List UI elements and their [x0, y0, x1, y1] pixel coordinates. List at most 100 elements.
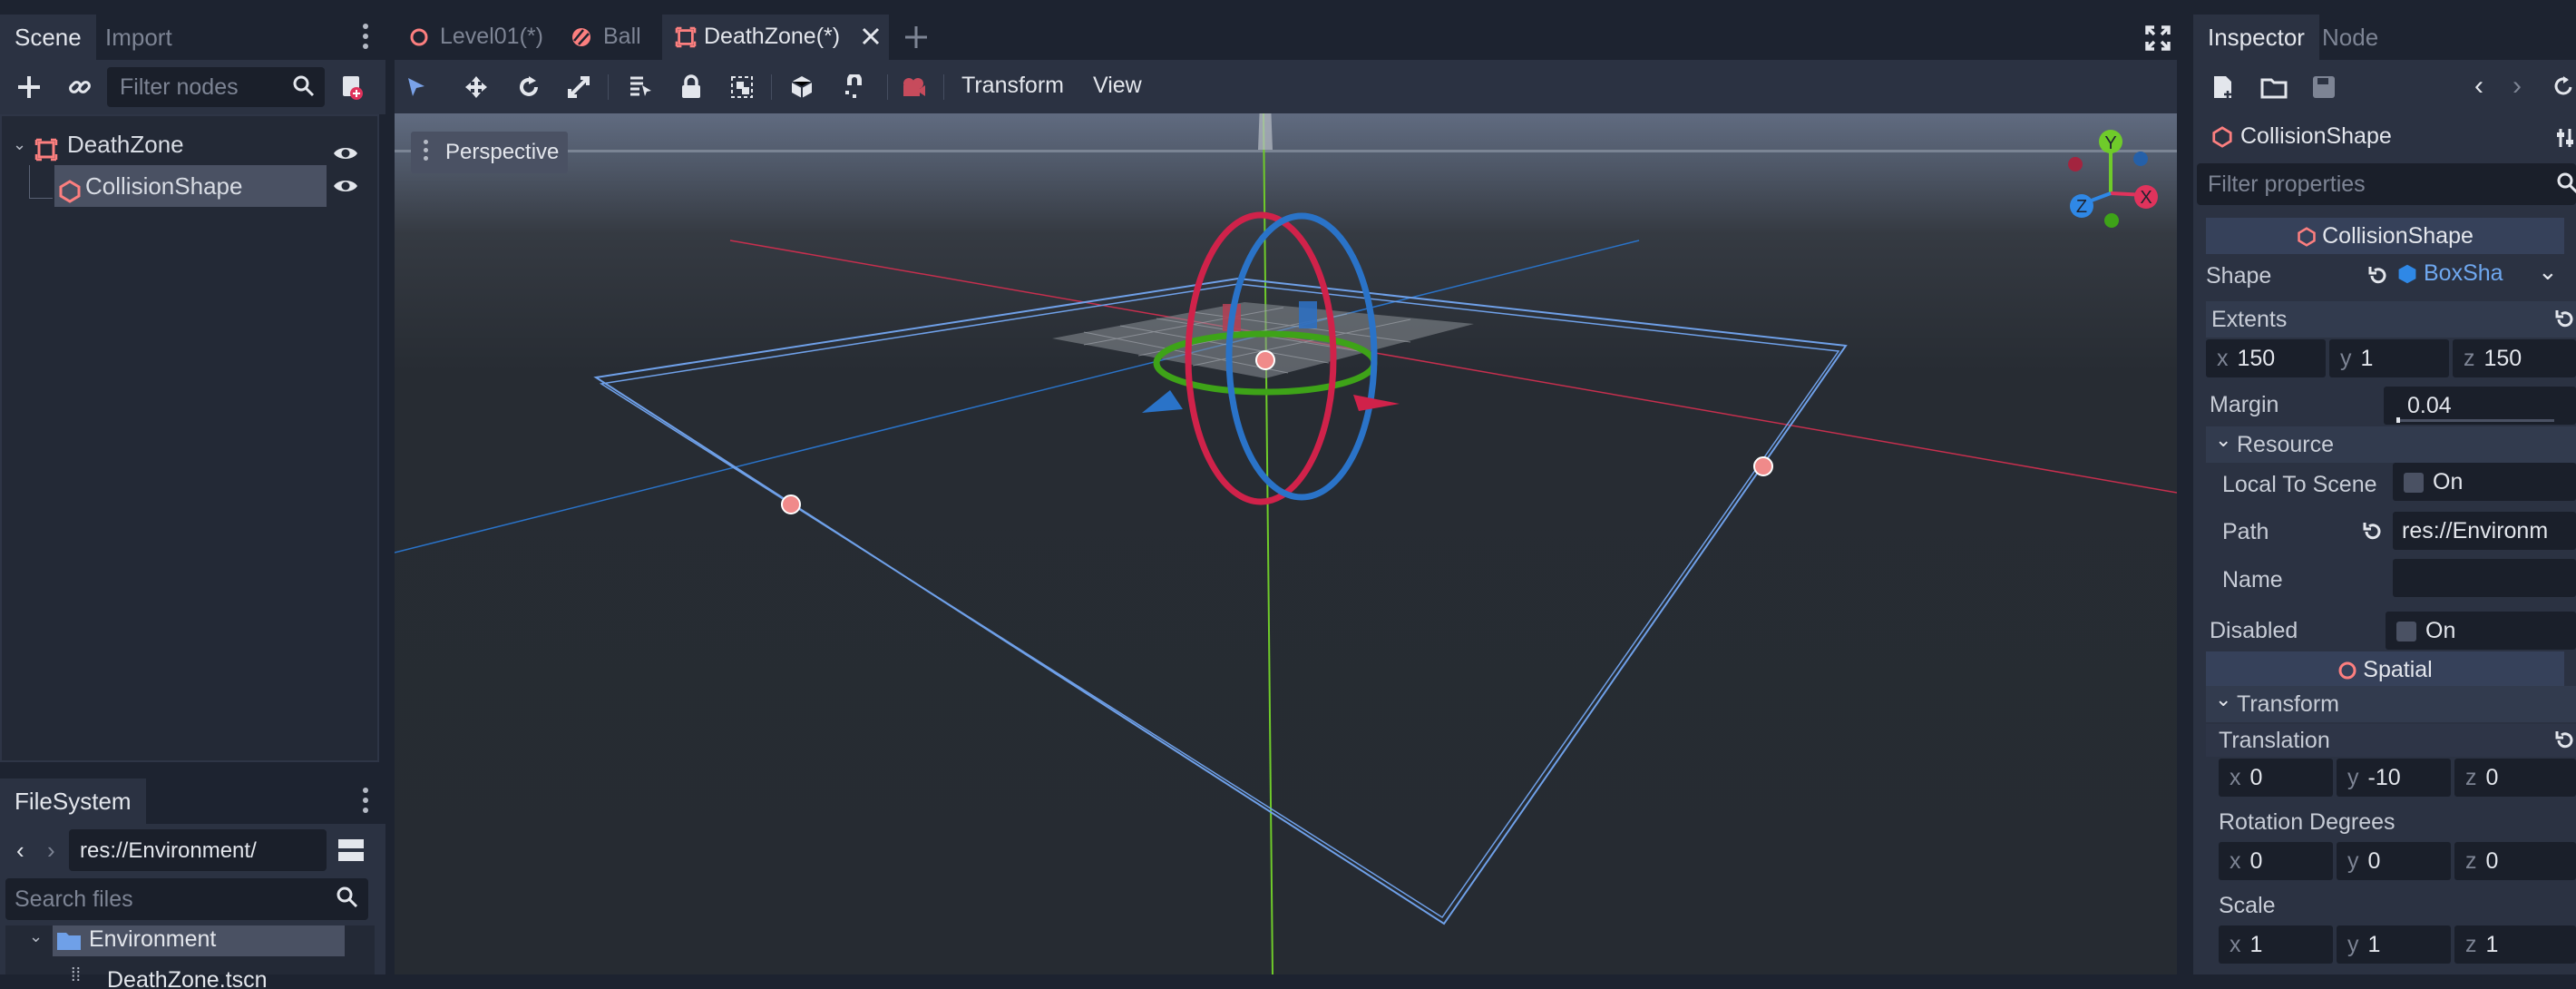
- filter-properties-input[interactable]: Filter properties: [2197, 163, 2576, 205]
- file-tree: ⌄ Environment ⁞⁞ DeathZone.tscn: [5, 925, 375, 989]
- margin-slider-grabber[interactable]: [2396, 417, 2400, 423]
- path-field[interactable]: res://Environm: [2393, 512, 2576, 550]
- transform-subsection[interactable]: ⌄ Transform: [2206, 686, 2576, 722]
- split-view-icon[interactable]: [336, 835, 366, 866]
- name-label: Name: [2222, 567, 2283, 592]
- section-collisionshape[interactable]: CollisionShape: [2206, 218, 2564, 254]
- list-select-icon[interactable]: [620, 71, 660, 103]
- select-tool-icon[interactable]: [396, 71, 436, 103]
- translation-row: Translation: [2206, 724, 2576, 757]
- revert-icon[interactable]: [2362, 521, 2384, 547]
- shape-resource-picker[interactable]: BoxSha ⌄: [2396, 254, 2563, 294]
- scale-z-field[interactable]: z1: [2454, 925, 2576, 964]
- fullscreen-icon[interactable]: [2145, 25, 2171, 55]
- link-icon[interactable]: [63, 71, 96, 103]
- rotate-tool-icon[interactable]: [509, 71, 549, 103]
- scale-x-field[interactable]: x1: [2219, 925, 2333, 964]
- rigidbody-icon: [571, 26, 592, 53]
- scene-tab-deathzone[interactable]: DeathZone(*): [662, 15, 889, 60]
- collision-shape-icon: [58, 174, 82, 216]
- chevron-down-icon[interactable]: ⌄: [2538, 258, 2558, 286]
- disabled-checkbox[interactable]: On: [2386, 612, 2576, 650]
- object-settings-icon[interactable]: [2556, 127, 2576, 153]
- gizmo-x-label: X: [2140, 188, 2152, 208]
- move-tool-icon[interactable]: [456, 71, 496, 103]
- collision-shape-icon: [2211, 126, 2233, 152]
- name-field[interactable]: [2393, 559, 2576, 597]
- left-dock: Scene Import Filter nodes ⌄ DeathZone Co…: [0, 0, 385, 989]
- path-input[interactable]: res://Environment/: [69, 829, 327, 871]
- viewport-menu-icon[interactable]: [424, 140, 428, 165]
- file-item-deathzone-tscn[interactable]: ⁞⁞ DeathZone.tscn: [71, 962, 343, 989]
- margin-slider-track[interactable]: [2396, 419, 2554, 422]
- group-icon[interactable]: [722, 71, 762, 103]
- preview-camera-icon[interactable]: [893, 71, 933, 103]
- disabled-label: Disabled: [2210, 618, 2298, 643]
- scene-tabs-bar: Level01(*) Ball DeathZone(*): [395, 15, 2177, 60]
- chevron-down-icon[interactable]: ⌄: [13, 123, 26, 165]
- extents-y-field[interactable]: y1: [2329, 339, 2449, 377]
- tree-item-collisionshape[interactable]: CollisionShape: [54, 165, 327, 207]
- file-item-environment[interactable]: ⌄ Environment: [29, 925, 345, 956]
- revert-icon[interactable]: [2367, 265, 2389, 291]
- filter-nodes-input[interactable]: Filter nodes: [107, 67, 325, 107]
- scale-y-field[interactable]: y1: [2337, 925, 2451, 964]
- scale-label: Scale: [2219, 893, 2276, 918]
- rotation-x-field[interactable]: x0: [2219, 842, 2333, 880]
- search-files-input[interactable]: Search files: [5, 878, 368, 920]
- history-icon[interactable]: [2552, 74, 2576, 103]
- chevron-down-icon[interactable]: ⌄: [29, 927, 43, 946]
- snap-icon[interactable]: [834, 71, 874, 103]
- filesystem-menu-icon[interactable]: [363, 788, 368, 818]
- translation-x-field[interactable]: x0: [2219, 759, 2333, 797]
- resource-subsection[interactable]: ⌄ Resource: [2206, 426, 2576, 463]
- forward-arrow-icon[interactable]: ›: [47, 837, 55, 865]
- add-tab-icon[interactable]: [903, 24, 930, 55]
- save-icon[interactable]: [2311, 74, 2337, 104]
- add-node-icon[interactable]: [13, 71, 45, 103]
- revert-icon[interactable]: [2554, 308, 2576, 335]
- tab-filesystem[interactable]: FileSystem: [0, 778, 146, 824]
- transform-menu[interactable]: Transform: [961, 73, 1064, 99]
- area-icon: [675, 26, 697, 53]
- margin-field[interactable]: 0.04: [2384, 387, 2576, 425]
- back-arrow-icon[interactable]: ‹: [16, 837, 24, 865]
- view-menu[interactable]: View: [1093, 73, 1142, 99]
- local-space-icon[interactable]: [782, 71, 822, 103]
- 3d-viewport[interactable]: Y X Z Perspective: [395, 113, 2177, 974]
- open-folder-icon[interactable]: [2260, 76, 2288, 104]
- folder-icon: [56, 929, 82, 955]
- path-label: Path: [2222, 519, 2269, 544]
- chevron-down-icon[interactable]: ⌄: [2215, 428, 2231, 452]
- rotation-y-field[interactable]: y0: [2337, 842, 2451, 880]
- tab-scene[interactable]: Scene: [0, 15, 96, 60]
- local-to-scene-checkbox[interactable]: On: [2393, 463, 2576, 501]
- scene-tab-level01[interactable]: Level01(*): [395, 15, 558, 60]
- instance-scene-icon[interactable]: [334, 71, 370, 103]
- viewport-canvas[interactable]: Y X Z: [395, 113, 2177, 974]
- visibility-eye-icon[interactable]: [332, 176, 359, 201]
- perspective-menu[interactable]: Perspective: [411, 132, 569, 173]
- rotation-z-field[interactable]: z0: [2454, 842, 2576, 880]
- history-forward-icon[interactable]: ›: [2513, 71, 2522, 102]
- close-icon[interactable]: [860, 25, 882, 52]
- tab-node[interactable]: Node: [2308, 15, 2393, 60]
- chevron-down-icon[interactable]: ⌄: [2215, 688, 2231, 711]
- tab-inspector[interactable]: Inspector: [2193, 15, 2319, 60]
- scene-tab-ball[interactable]: Ball: [558, 15, 662, 60]
- tab-import[interactable]: Import: [91, 15, 187, 60]
- extents-x-field[interactable]: x 150: [2206, 339, 2326, 377]
- lock-icon[interactable]: [671, 71, 711, 103]
- translation-z-field[interactable]: z0: [2454, 759, 2576, 797]
- section-spatial[interactable]: Spatial: [2206, 651, 2564, 688]
- extents-z-field[interactable]: z 150: [2453, 339, 2576, 377]
- visibility-eye-icon[interactable]: [332, 134, 359, 176]
- revert-icon[interactable]: [2554, 730, 2576, 756]
- history-back-icon[interactable]: ‹: [2474, 71, 2483, 102]
- scene-dock-menu-icon[interactable]: [363, 24, 368, 54]
- new-resource-icon[interactable]: [2211, 74, 2235, 104]
- translation-y-field[interactable]: y -10: [2337, 759, 2451, 797]
- tree-item-deathzone[interactable]: ⌄ DeathZone: [13, 123, 376, 165]
- tree-guide-line: [29, 165, 30, 198]
- scale-tool-icon[interactable]: [559, 71, 599, 103]
